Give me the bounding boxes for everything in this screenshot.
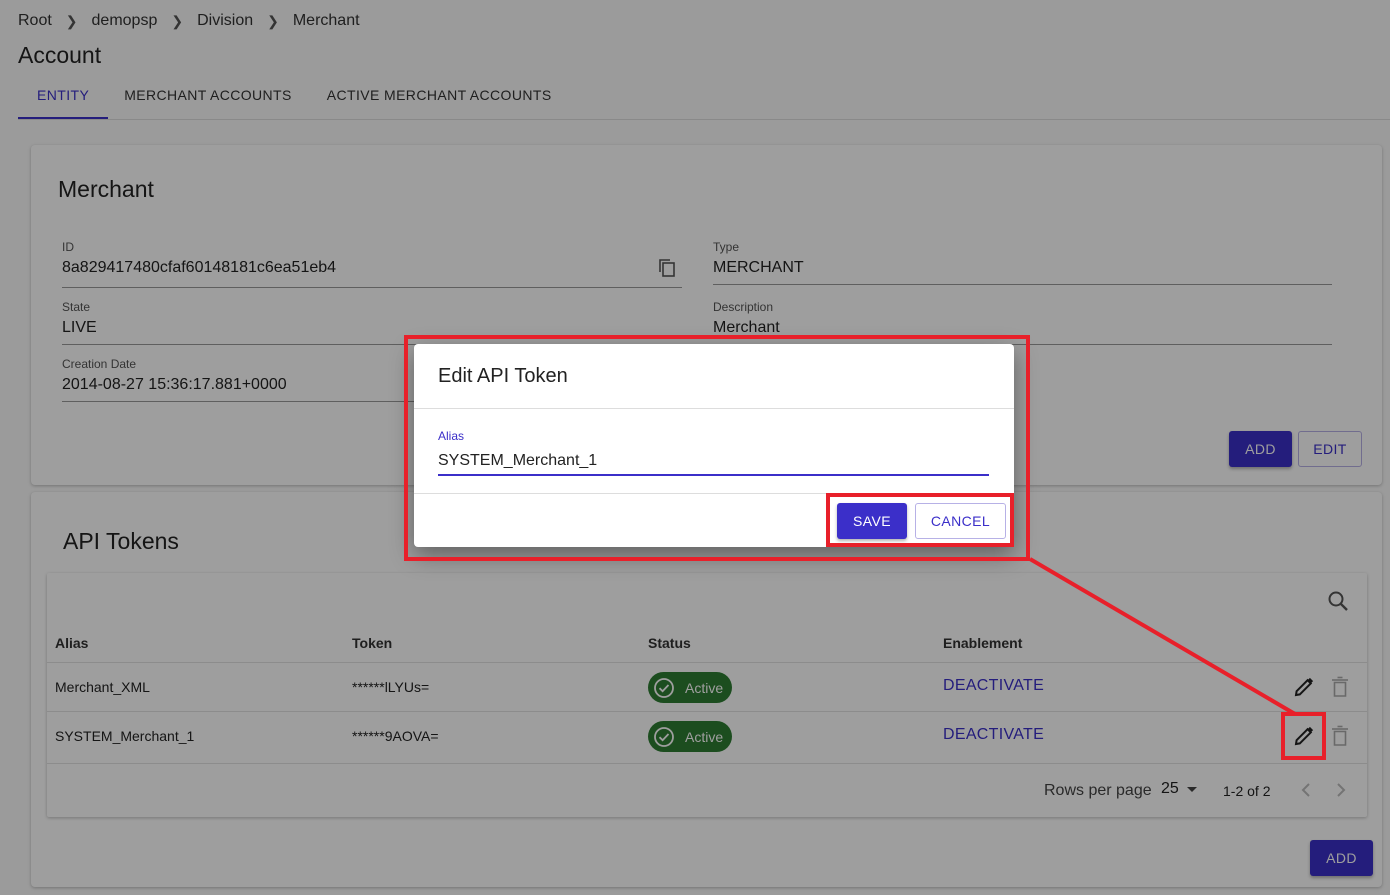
annotation-connector-line — [1028, 557, 1297, 716]
